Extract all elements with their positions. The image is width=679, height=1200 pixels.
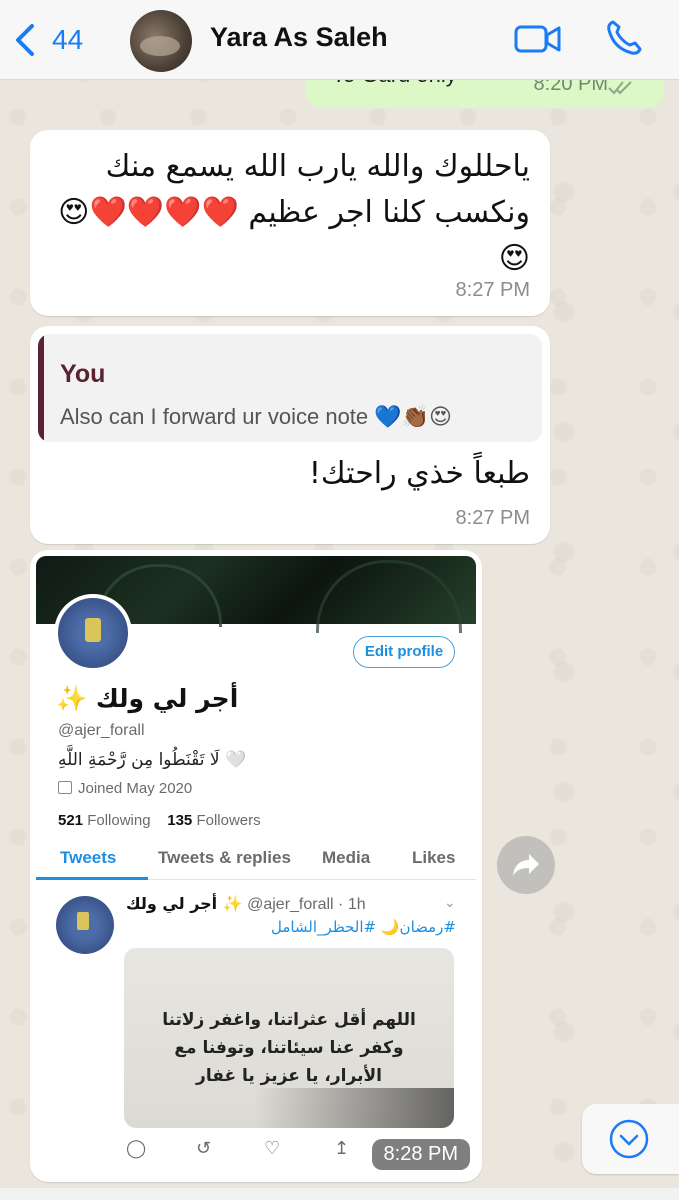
profile-name: أجر لي ولك ✨ [56, 684, 239, 713]
like-icon: ♡ [264, 1138, 281, 1158]
tab-tweets: Tweets [60, 848, 117, 867]
message-text: طبعاً خذي راحتك! [308, 456, 530, 491]
scroll-to-bottom-button[interactable] [582, 1104, 679, 1174]
tab-media: Media [322, 848, 371, 867]
reply-icon: ◯ [126, 1138, 147, 1158]
read-ticks-icon [608, 81, 632, 95]
quote-text: Also can I forward ur voice note 💙👏🏾😍 [60, 404, 452, 429]
tweet-image: اللهم أقل عثراتنا، واغفر زلاتنا وكفر عنا… [124, 948, 454, 1128]
profile-handle: @ajer_forall [58, 722, 145, 739]
profile-avatar [54, 594, 132, 672]
profile-tabs: Tweets Tweets & replies Media Likes [36, 844, 476, 880]
tab-tweets-replies: Tweets & replies [158, 848, 291, 867]
calendar-icon [58, 781, 72, 794]
contact-name[interactable]: Yara As Saleh [210, 22, 388, 53]
tweet-header: أجر لي ولك ✨ @ajer_forall · 1h [126, 894, 366, 914]
contact-avatar[interactable] [130, 10, 192, 72]
forward-button[interactable] [497, 836, 555, 894]
quote-author: You [60, 360, 106, 388]
share-icon: ↥ [334, 1138, 350, 1158]
active-tab-indicator [36, 877, 148, 880]
back-button[interactable]: 44 [12, 20, 83, 60]
phone-call-icon[interactable] [604, 18, 644, 58]
chat-header: 44 Yara As Saleh [0, 0, 679, 80]
quoted-message[interactable]: You Also can I forward ur voice note 💙👏🏾… [38, 334, 542, 442]
tweet-image-text: اللهم أقل عثراتنا، واغفر زلاتنا وكفر عنا… [162, 1010, 416, 1086]
tweet-hashtags: #رمضان🌙 #الحظر_الشامل [270, 918, 456, 936]
retweet-icon: ↺ [196, 1138, 212, 1158]
followers-label: Followers [196, 812, 261, 829]
profile-joined: Joined May 2020 [58, 780, 192, 797]
chevron-down-circle-icon [609, 1119, 649, 1159]
chevron-down-icon: ⌄ [444, 894, 456, 910]
unread-count: 44 [52, 24, 84, 55]
message-time: 8:28 PM [371, 1139, 470, 1170]
incoming-image-bubble[interactable]: Edit profile أجر لي ولك ✨ @ajer_forall ل… [30, 550, 482, 1182]
chevron-left-icon [16, 24, 34, 56]
quote-bar [38, 334, 44, 442]
message-time: 8:27 PM [455, 279, 530, 301]
tweet-author-name: أجر لي ولك ✨ [126, 894, 243, 913]
profile-bio: لَا تَقْنَطُوا مِن رَّحْمَةِ اللَّهِ 🤍 [58, 750, 247, 770]
input-bar-edge [0, 1188, 679, 1200]
joined-text: Joined May 2020 [78, 780, 193, 797]
message-text: ياحللوك والله يارب الله يسمع منك ونكسب ك… [58, 149, 530, 276]
following-label: Following [87, 812, 151, 829]
followers-count: 135 [167, 812, 193, 829]
message-time: 8:27 PM [455, 507, 530, 529]
tab-likes: Likes [412, 848, 456, 867]
video-call-icon[interactable] [514, 22, 562, 56]
incoming-message-bubble[interactable]: ياحللوك والله يارب الله يسمع منك ونكسب ك… [30, 130, 550, 316]
tweet-handle-time: @ajer_forall · 1h [247, 896, 366, 913]
following-count: 521 [58, 812, 84, 829]
forward-arrow-icon [513, 854, 539, 876]
edit-profile-button: Edit profile [353, 636, 455, 668]
tweet-avatar [56, 896, 114, 954]
profile-stats: 521 Following 135 Followers [58, 812, 261, 829]
incoming-reply-bubble[interactable]: You Also can I forward ur voice note 💙👏🏾… [30, 326, 550, 544]
